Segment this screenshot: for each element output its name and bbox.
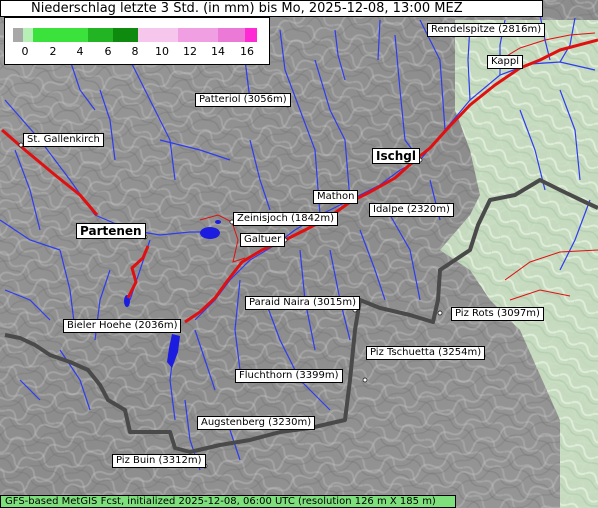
forecast-footer: GFS-based MetGIS Fcst, initialized 2025-… [0, 495, 456, 508]
place-label-mathon: Mathon [313, 190, 359, 204]
place-label-partenen: Partenen [76, 223, 146, 239]
place-label-piz-tschuetta: Piz Tschuetta (3254m) [366, 346, 486, 360]
legend-seg-0 [13, 28, 23, 42]
place-label-augstenberg: Augstenberg (3230m) [197, 416, 316, 430]
place-label-bieler-hoehe: Bieler Hoehe (2036m) [63, 319, 182, 333]
legend-seg-5 [138, 28, 178, 42]
place-label-kappl: Kappl [487, 55, 523, 69]
legend-tick: 8 [131, 45, 139, 58]
place-label-zeinisjoch: Zeinisjoch (1842m) [233, 212, 339, 226]
map-title: Niederschlag letzte 3 Std. (in mm) bis M… [0, 0, 543, 17]
place-label-piz-rots: Piz Rots (3097m) [451, 307, 544, 321]
place-label-galtuer: Galtuer [240, 233, 286, 247]
place-label-fluchthorn: Fluchthorn (3399m) [235, 369, 343, 383]
legend-color-bar [13, 28, 257, 42]
legend-seg-1 [23, 28, 33, 42]
place-label-paraid-naira: Paraid Naira (3015m) [245, 296, 361, 310]
legend-seg-4 [113, 28, 138, 42]
legend-tick: 12 [183, 45, 197, 58]
legend-tick: 14 [211, 45, 225, 58]
legend-tick: 6 [104, 45, 112, 58]
legend-seg-7 [218, 28, 245, 42]
precipitation-legend: 0 2 4 6 8 10 12 14 16 [4, 17, 270, 65]
legend-tick: 16 [240, 45, 254, 58]
place-label-piz-buin: Piz Buin (3312m) [112, 454, 206, 468]
place-label-rendelspitze: Rendelspitze (2816m) [427, 23, 546, 37]
legend-seg-2 [33, 28, 88, 42]
lake-kops [200, 227, 220, 239]
legend-tick: 4 [76, 45, 84, 58]
legend-tick: 2 [49, 45, 57, 58]
legend-seg-3 [88, 28, 113, 42]
place-label-st-gallenkirch: St. Gallenkirch [23, 133, 104, 147]
legend-seg-6 [178, 28, 218, 42]
legend-tick: 10 [155, 45, 169, 58]
legend-tick: 0 [21, 45, 29, 58]
place-label-ischgl: Ischgl [372, 148, 420, 164]
place-label-patteriol: Patteriol (3056m) [195, 93, 291, 107]
place-label-idalpe: Idalpe (2320m) [369, 203, 454, 217]
terrain-map [0, 0, 598, 508]
legend-seg-8 [245, 28, 257, 42]
